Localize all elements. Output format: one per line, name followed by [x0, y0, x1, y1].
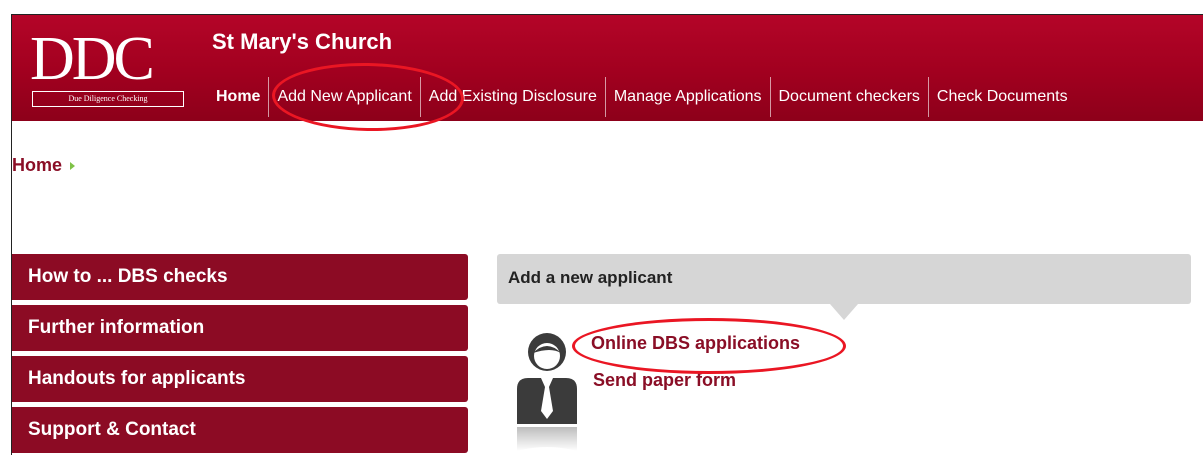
page-frame: DDC Due Diligence Checking St Mary's Chu… — [11, 14, 1203, 455]
nav-home[interactable]: Home — [202, 77, 268, 117]
nav-check-documents[interactable]: Check Documents — [927, 77, 1076, 117]
panel-title: Add a new applicant — [508, 268, 673, 287]
online-dbs-applications-link[interactable]: Online DBS applications — [591, 333, 800, 354]
nav-manage-applications[interactable]: Manage Applications — [604, 77, 770, 117]
nav-add-new-applicant[interactable]: Add New Applicant — [268, 77, 419, 117]
sidebar-item-how-to-dbs-checks[interactable]: How to ... DBS checks — [12, 254, 468, 300]
breadcrumb: Home — [12, 155, 76, 176]
logo-letters: DDC — [30, 25, 155, 93]
sidebar-item-support-contact[interactable]: Support & Contact — [12, 407, 468, 453]
ddc-logo[interactable]: DDC Due Diligence Checking — [30, 25, 190, 107]
sidebar: How to ... DBS checks Further informatio… — [12, 254, 468, 455]
sidebar-item-further-information[interactable]: Further information — [12, 305, 468, 351]
nav-add-existing-disclosure[interactable]: Add Existing Disclosure — [419, 77, 605, 117]
add-applicant-panel-header: Add a new applicant — [497, 254, 1191, 304]
breadcrumb-arrow-icon — [70, 161, 76, 170]
nav-document-checkers[interactable]: Document checkers — [769, 77, 928, 117]
logo-tagline: Due Diligence Checking — [32, 91, 184, 107]
sidebar-item-handouts[interactable]: Handouts for applicants — [12, 356, 468, 402]
main-nav: Home Add New Applicant Add Existing Disc… — [202, 77, 1076, 117]
organisation-name: St Mary's Church — [212, 29, 393, 54]
site-header: DDC Due Diligence Checking St Mary's Chu… — [12, 15, 1203, 121]
send-paper-form-link[interactable]: Send paper form — [593, 370, 736, 391]
panel-pointer — [830, 304, 858, 320]
person-icon — [517, 333, 577, 451]
breadcrumb-home-link[interactable]: Home — [12, 155, 62, 176]
